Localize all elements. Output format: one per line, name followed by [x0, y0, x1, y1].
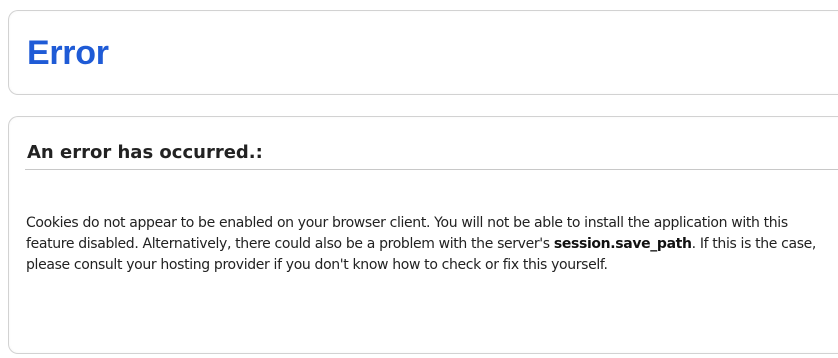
- error-heading: An error has occurred.:: [27, 142, 263, 163]
- error-panel: An error has occurred.: Cookies do not a…: [8, 116, 838, 354]
- error-message: Cookies do not appear to be enabled on y…: [26, 213, 832, 276]
- heading-divider: [25, 169, 838, 170]
- title-panel: Error: [8, 10, 838, 95]
- session-save-path-code: session.save_path: [553, 236, 692, 252]
- page-title: Error: [27, 34, 109, 72]
